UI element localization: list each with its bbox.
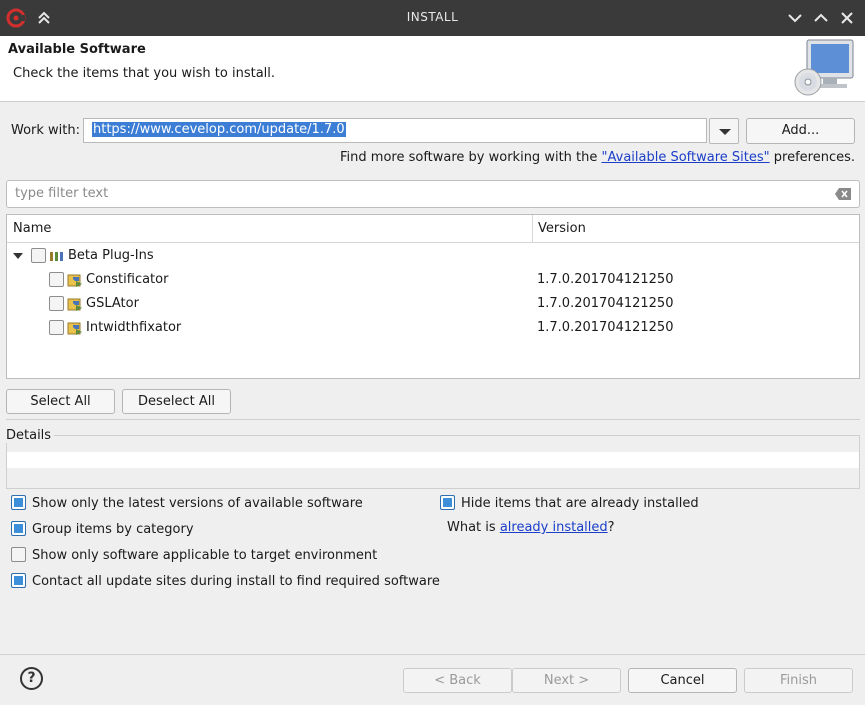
work-with-dropdown-button[interactable] [709,118,739,144]
what-is-prefix: What is [447,520,500,535]
help-icon[interactable]: ? [20,667,43,690]
category-icon [50,252,63,261]
title-bar: INSTALL [0,0,865,36]
work-with-input[interactable]: https://www.cevelop.com/update/1.7.0 [83,118,707,143]
filter-placeholder: type filter text [15,186,109,201]
details-label: Details [6,428,55,443]
tree-row-item[interactable]: Intwidthfixator 1.7.0.201704121250 [7,316,859,340]
divider [6,419,860,420]
item-name: Constificator [86,272,169,287]
back-button[interactable]: < Back [403,668,512,693]
contact-sites-label: Contact all update sites during install … [32,574,440,589]
item-version: 1.7.0.201704121250 [537,320,674,335]
window-title: INSTALL [406,10,459,24]
table-header: Name Version [7,215,859,243]
available-software-sites-link[interactable]: "Available Software Sites" [602,150,770,165]
latest-only-label: Show only the latest versions of availab… [32,496,363,511]
footer-divider [0,654,865,655]
expand-toggle-icon[interactable] [13,253,23,259]
item-name: GSLAtor [86,296,139,311]
item-version: 1.7.0.201704121250 [537,296,674,311]
work-with-label: Work with: [11,123,81,138]
add-button[interactable]: Add... [746,118,855,144]
cancel-button[interactable]: Cancel [628,668,737,693]
item-checkbox[interactable] [49,296,64,311]
item-checkbox[interactable] [49,272,64,287]
option-hide-installed[interactable]: Hide items that are already installed [440,495,699,511]
group-by-category-label: Group items by category [32,522,194,537]
what-is-suffix: ? [607,520,615,535]
maximize-icon[interactable] [811,8,831,28]
item-name: Intwidthfixator [86,320,182,335]
plugin-icon [67,274,82,287]
minimize-icon[interactable] [785,8,805,28]
tree-row-item[interactable]: Constificator 1.7.0.201704121250 [7,268,859,292]
latest-only-checkbox[interactable] [11,495,26,510]
option-target-env[interactable]: Show only software applicable to target … [11,547,377,563]
filter-input[interactable]: type filter text [6,180,860,208]
wizard-header: Available Software Check the items that … [0,36,865,102]
page-title: Available Software [8,42,146,57]
find-more-prefix: Find more software by working with the [340,150,602,165]
install-banner-icon [794,39,854,96]
item-checkbox[interactable] [49,320,64,335]
clear-filter-icon[interactable] [835,188,851,200]
page-description: Check the items that you wish to install… [13,66,276,81]
next-button[interactable]: Next > [512,668,621,693]
item-version: 1.7.0.201704121250 [537,272,674,287]
tree-row-item[interactable]: GSLAtor 1.7.0.201704121250 [7,292,859,316]
details-text-area[interactable] [7,452,859,468]
column-header-name[interactable]: Name [13,221,51,236]
category-name: Beta Plug-Ins [68,248,154,263]
option-group-by-category[interactable]: Group items by category [11,521,194,537]
group-by-category-checkbox[interactable] [11,521,26,536]
option-latest-only[interactable]: Show only the latest versions of availab… [11,495,363,511]
target-env-checkbox[interactable] [11,547,26,562]
plugin-icon [67,322,82,335]
option-contact-sites[interactable]: Contact all update sites during install … [11,573,440,589]
column-header-version[interactable]: Version [538,221,586,236]
tree-row-category[interactable]: Beta Plug-Ins [7,244,859,268]
hide-installed-checkbox[interactable] [440,495,455,510]
software-tree-table: Name Version Beta Plug-Ins Constificator… [6,214,860,379]
finish-button[interactable]: Finish [744,668,853,693]
target-env-label: Show only software applicable to target … [32,548,378,563]
find-more-suffix: preferences. [769,150,855,165]
deselect-all-button[interactable]: Deselect All [122,389,231,414]
work-with-value: https://www.cevelop.com/update/1.7.0 [92,122,346,137]
category-checkbox[interactable] [31,248,46,263]
hide-installed-label: Hide items that are already installed [461,496,699,511]
select-all-button[interactable]: Select All [6,389,115,414]
what-is-installed-text: What is already installed? [447,520,615,535]
contact-sites-checkbox[interactable] [11,573,26,588]
find-more-text: Find more software by working with the "… [340,150,855,165]
already-installed-link[interactable]: already installed [500,520,608,535]
plugin-icon [67,298,82,311]
close-icon[interactable] [837,8,857,28]
